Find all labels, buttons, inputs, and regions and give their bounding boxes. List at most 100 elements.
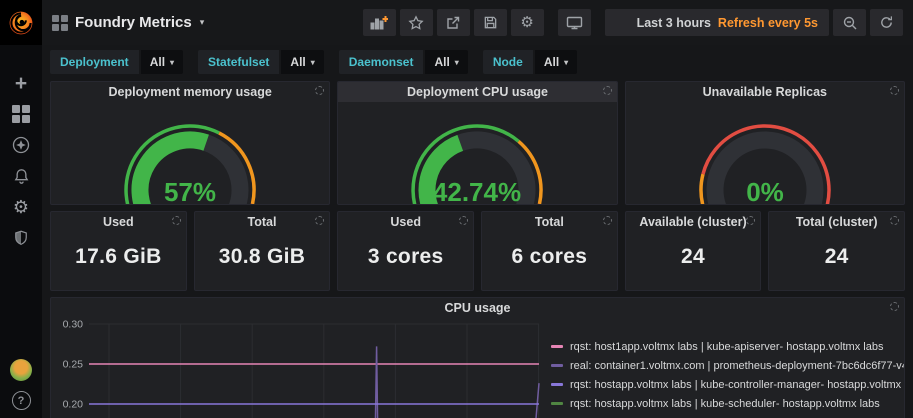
filter-deployment[interactable]: Deployment All▾ <box>50 50 183 74</box>
panel-cpu-used[interactable]: Used 3 cores <box>337 211 474 291</box>
monitor-icon <box>566 15 583 31</box>
panel-deployment-cpu-usage[interactable]: Deployment CPU usage 42.74% <box>337 81 617 205</box>
chart-legend: max current▾ rqst: host1app.voltmx labs … <box>551 318 905 418</box>
svg-text:57%: 57% <box>164 177 216 204</box>
configuration-icon[interactable]: ⚙ <box>11 197 31 217</box>
series-color-swatch[interactable] <box>551 345 563 348</box>
share-icon <box>445 15 461 31</box>
stat-value: 6 cores <box>482 245 617 269</box>
panel-memory-total[interactable]: Total 30.8 GiB <box>194 211 331 291</box>
settings-button[interactable]: ⚙ <box>511 9 544 36</box>
loading-spinner-icon <box>172 216 181 225</box>
create-icon[interactable]: + <box>11 73 31 93</box>
replicas-gauge: 0% <box>660 102 870 204</box>
cpu-usage-chart[interactable]: 0.30 0.25 0.20 <box>51 318 551 418</box>
dashboard-content: Deployment All▾ Statefulset All▾ Daemons… <box>42 45 913 418</box>
svg-text:0.25: 0.25 <box>63 359 84 371</box>
filter-value-dropdown[interactable]: All▾ <box>141 50 183 74</box>
series-color-swatch[interactable] <box>551 383 563 386</box>
filter-value-dropdown[interactable]: All▾ <box>425 50 467 74</box>
star-button[interactable] <box>400 9 433 36</box>
panel-title[interactable]: Deployment memory usage <box>51 82 329 102</box>
grafana-logo[interactable] <box>0 0 42 45</box>
series-name[interactable]: real: container1.voltmx.com | prometheus… <box>570 360 905 372</box>
panel-unavailable-replicas[interactable]: Unavailable Replicas 0% <box>625 81 905 205</box>
panel-cpu-usage-graph[interactable]: CPU usage 0.30 0.25 0.20 max current▾ rqst… <box>50 297 905 418</box>
cycle-view-button[interactable] <box>558 9 591 36</box>
series-color-swatch[interactable] <box>551 364 563 367</box>
save-button[interactable] <box>474 9 507 36</box>
filter-node[interactable]: Node All▾ <box>483 50 577 74</box>
cpu-gauge: 42.74% <box>372 102 582 204</box>
loading-spinner-icon <box>890 302 899 311</box>
filter-label: Deployment <box>50 50 139 74</box>
time-range-label: Last 3 hours <box>637 16 711 30</box>
legend-row[interactable]: rqst: hostapp.voltmx labs | kube-control… <box>551 375 905 394</box>
panel-title[interactable]: Total <box>195 212 330 232</box>
series-name[interactable]: rqst: hostapp.voltmx labs | kube-control… <box>570 379 905 391</box>
explore-icon[interactable] <box>11 135 31 155</box>
legend-header: max current▾ <box>551 320 905 337</box>
server-admin-icon[interactable] <box>11 228 31 248</box>
loading-spinner-icon <box>890 216 899 225</box>
panel-title[interactable]: Used <box>338 212 473 232</box>
panel-title[interactable]: Used <box>51 212 186 232</box>
series-name[interactable]: rqst: host1app.voltmx labs | kube-apiser… <box>570 341 905 353</box>
top-navbar: Foundry Metrics ▾ ⚙ <box>42 0 913 45</box>
chevron-down-icon: ▾ <box>200 17 205 28</box>
chevron-down-icon: ▾ <box>455 58 459 67</box>
loading-spinner-icon <box>459 216 468 225</box>
panel-title[interactable]: Deployment CPU usage <box>338 82 616 102</box>
filter-value-dropdown[interactable]: All▾ <box>281 50 323 74</box>
stat-value: 30.8 GiB <box>195 245 330 269</box>
memory-gauge: 57% <box>85 102 295 204</box>
user-avatar[interactable] <box>10 359 32 381</box>
panel-memory-used[interactable]: Used 17.6 GiB <box>50 211 187 291</box>
time-range-picker[interactable]: Last 3 hours Refresh every 5s <box>605 9 829 36</box>
share-button[interactable] <box>437 9 470 36</box>
zoom-out-button[interactable] <box>833 9 866 36</box>
alerting-icon[interactable] <box>11 166 31 186</box>
template-variables-row: Deployment All▾ Statefulset All▾ Daemons… <box>50 50 905 74</box>
svg-text:0.30: 0.30 <box>63 319 84 331</box>
stat-value: 3 cores <box>338 245 473 269</box>
help-icon[interactable]: ? <box>12 391 31 410</box>
panel-title[interactable]: Available (cluster) <box>626 212 761 232</box>
svg-text:0.20: 0.20 <box>63 399 84 411</box>
filter-statefulset[interactable]: Statefulset All▾ <box>198 50 324 74</box>
legend-row[interactable]: rqst: hostapp.voltmx labs | kube-schedul… <box>551 394 905 413</box>
loading-spinner-icon <box>603 86 612 95</box>
filter-label: Statefulset <box>198 50 279 74</box>
add-panel-button[interactable] <box>363 9 396 36</box>
panel-total-cluster[interactable]: Total (cluster) 24 <box>768 211 905 291</box>
filter-daemonset[interactable]: Daemonset All▾ <box>339 50 468 74</box>
grafana-flame-icon <box>7 9 35 37</box>
series-color-swatch[interactable] <box>551 402 563 405</box>
filter-value-dropdown[interactable]: All▾ <box>535 50 577 74</box>
dashboards-icon[interactable] <box>11 104 31 124</box>
gear-icon: ⚙ <box>520 15 533 30</box>
refresh-button[interactable] <box>870 9 903 36</box>
panel-cpu-total[interactable]: Total 6 cores <box>481 211 618 291</box>
gauge-panels-row: Deployment memory usage 57% Deployment C… <box>50 81 905 205</box>
stat-value: 17.6 GiB <box>51 245 186 269</box>
series-name[interactable]: rqst: hostapp.voltmx labs | kube-schedul… <box>570 398 905 410</box>
chevron-down-icon: ▾ <box>170 58 174 67</box>
filter-label: Daemonset <box>339 50 424 74</box>
panel-title[interactable]: Total (cluster) <box>769 212 904 232</box>
dashboard-title[interactable]: Foundry Metrics ▾ <box>52 14 204 31</box>
panel-title[interactable]: Unavailable Replicas <box>626 82 904 102</box>
stat-value: 24 <box>769 245 904 269</box>
clock-icon <box>616 16 630 30</box>
panel-title[interactable]: Total <box>482 212 617 232</box>
legend-row[interactable]: rqst: hostapp.voltmx labs | fluentd-r62h… <box>551 413 905 418</box>
left-sidebar: + ⚙ ? <box>0 0 42 418</box>
panel-deployment-memory-usage[interactable]: Deployment memory usage 57% <box>50 81 330 205</box>
panel-available-cluster[interactable]: Available (cluster) 24 <box>625 211 762 291</box>
svg-text:0%: 0% <box>746 177 784 204</box>
legend-row[interactable]: rqst: host1app.voltmx labs | kube-apiser… <box>551 337 905 356</box>
refresh-icon <box>879 15 894 30</box>
panel-title[interactable]: CPU usage <box>51 298 904 318</box>
dashboard-title-text: Foundry Metrics <box>75 14 192 31</box>
legend-row[interactable]: real: container1.voltmx.com | prometheus… <box>551 356 905 375</box>
